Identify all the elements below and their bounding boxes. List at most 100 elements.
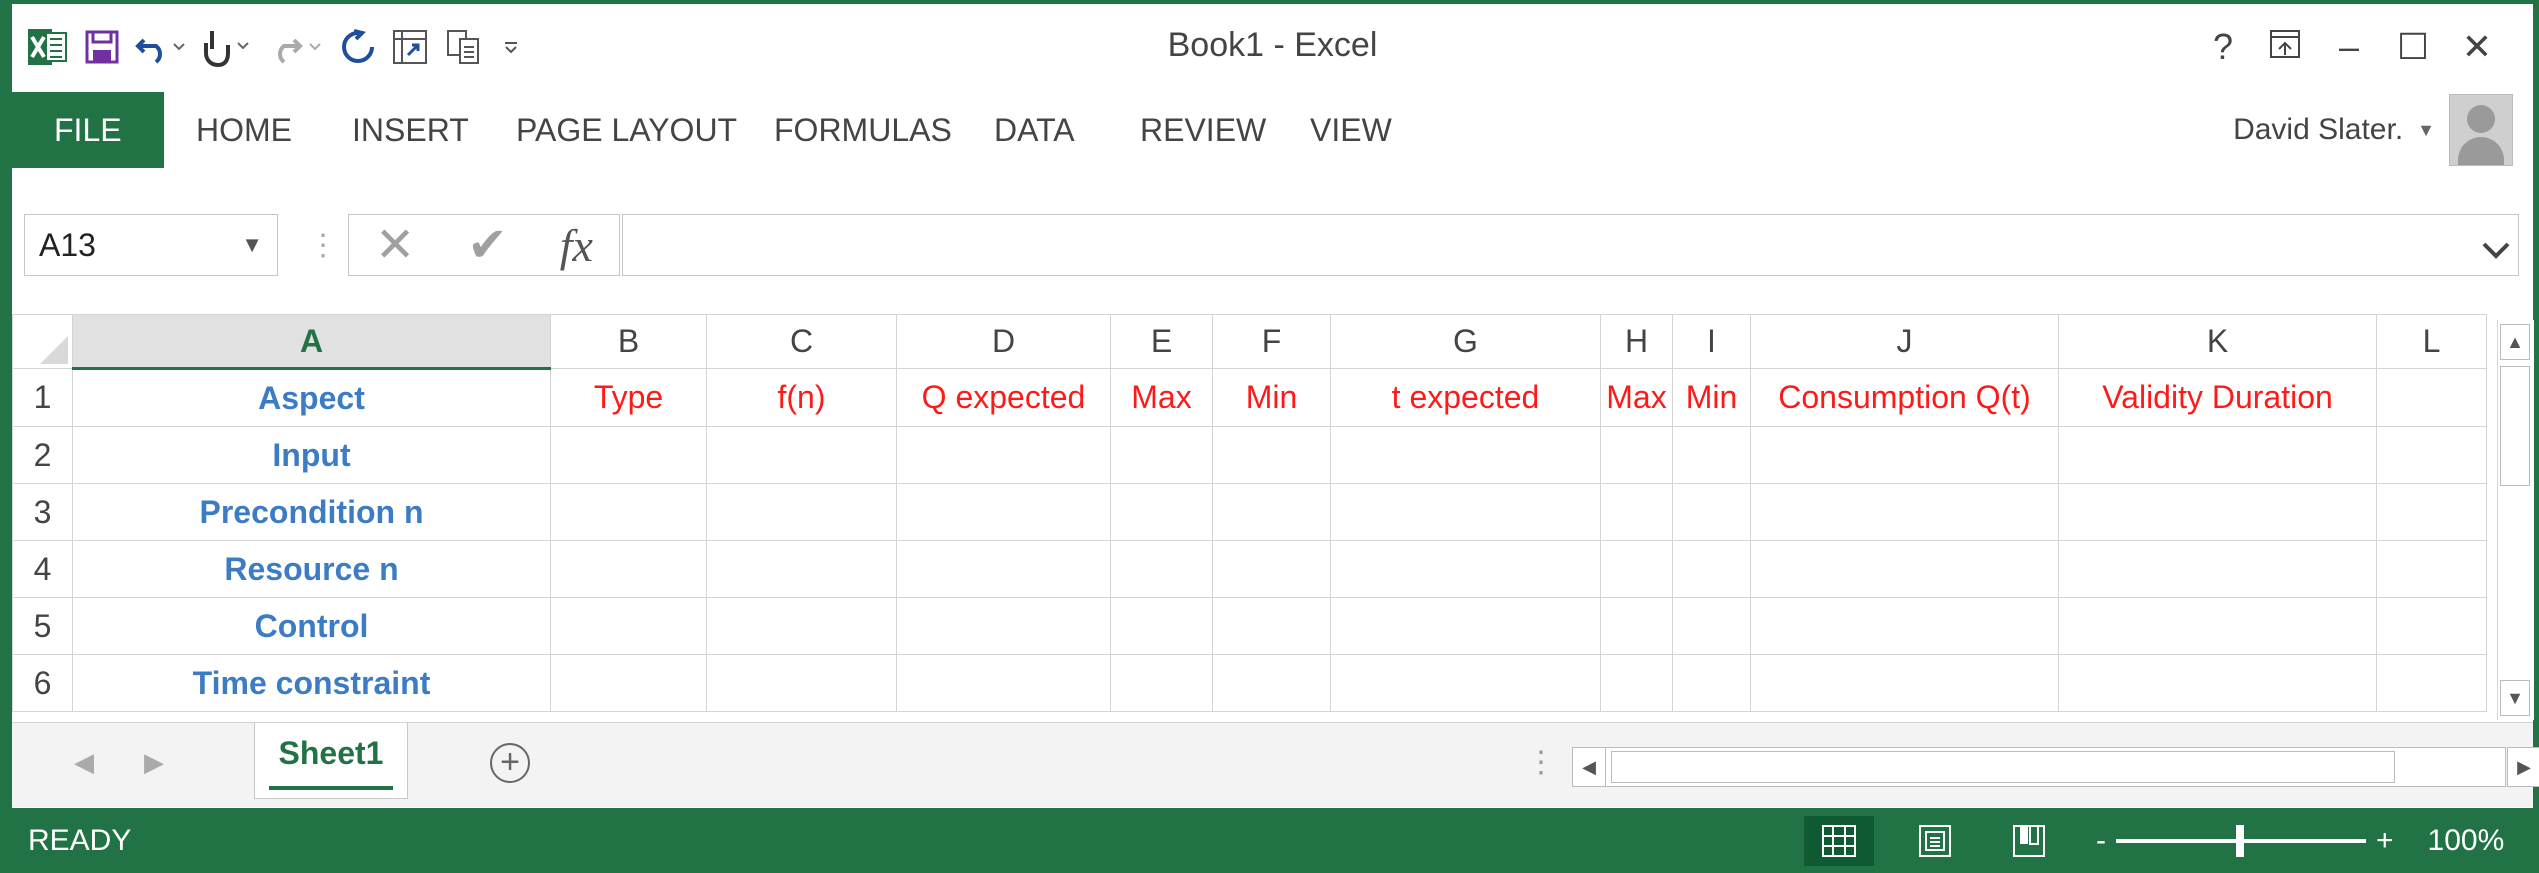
- tab-data[interactable]: DATA: [994, 92, 1075, 168]
- cell[interactable]: [1672, 597, 1751, 655]
- scroll-thumb[interactable]: [2500, 366, 2530, 486]
- cell[interactable]: [706, 483, 897, 541]
- cell[interactable]: [896, 654, 1111, 712]
- scroll-down-icon[interactable]: ▼: [2500, 680, 2530, 716]
- zoom-in-button[interactable]: +: [2376, 824, 2394, 858]
- column-header-l[interactable]: L: [2376, 314, 2487, 369]
- sheet-tab-sheet1[interactable]: Sheet1: [254, 723, 408, 799]
- cell[interactable]: [550, 426, 707, 484]
- column-header-f[interactable]: F: [1212, 314, 1331, 369]
- cell[interactable]: [1330, 426, 1601, 484]
- cell[interactable]: [2058, 597, 2377, 655]
- scroll-thumb[interactable]: [1611, 751, 2395, 783]
- cell[interactable]: [1110, 654, 1213, 712]
- row-header-5[interactable]: 5: [12, 597, 73, 655]
- sheet-prev-icon[interactable]: ◀: [74, 747, 94, 778]
- cell[interactable]: [550, 597, 707, 655]
- cell-k1[interactable]: Validity Duration: [2058, 368, 2377, 427]
- column-header-a[interactable]: A: [72, 314, 551, 370]
- zoom-slider-knob[interactable]: [2236, 824, 2244, 857]
- help-icon[interactable]: ?: [2198, 26, 2248, 68]
- cell[interactable]: [550, 483, 707, 541]
- cell[interactable]: [1750, 426, 2059, 484]
- column-header-k[interactable]: K: [2058, 314, 2377, 369]
- cell-h1[interactable]: Max: [1600, 368, 1673, 427]
- column-header-i[interactable]: I: [1672, 314, 1751, 369]
- cell[interactable]: [1212, 426, 1331, 484]
- cell[interactable]: [1110, 540, 1213, 598]
- normal-view-icon[interactable]: [1804, 816, 1874, 866]
- formula-input[interactable]: [622, 214, 2519, 276]
- row-header-4[interactable]: 4: [12, 540, 73, 598]
- enter-icon[interactable]: ✔: [467, 217, 507, 273]
- cell-a1[interactable]: Aspect: [72, 368, 551, 427]
- cell[interactable]: [2376, 483, 2487, 541]
- cell[interactable]: [1672, 540, 1751, 598]
- row-header-3[interactable]: 3: [12, 483, 73, 541]
- cell[interactable]: [1330, 597, 1601, 655]
- chevron-down-icon[interactable]: ▼: [241, 215, 263, 275]
- column-header-j[interactable]: J: [1750, 314, 2059, 369]
- column-header-g[interactable]: G: [1330, 314, 1601, 369]
- cell-c1[interactable]: f(n): [706, 368, 897, 427]
- worksheet-grid[interactable]: A B C D E F G H I J K L 1 Aspect Type f(…: [12, 314, 2495, 720]
- select-all-button[interactable]: [12, 314, 73, 369]
- cell[interactable]: [1600, 654, 1673, 712]
- column-header-d[interactable]: D: [896, 314, 1111, 369]
- cancel-icon[interactable]: ✕: [375, 217, 415, 273]
- zoom-level[interactable]: 100%: [2428, 824, 2505, 858]
- cell[interactable]: [1330, 540, 1601, 598]
- grip-icon[interactable]: ⋮: [1526, 745, 1556, 780]
- zoom-slider[interactable]: [2116, 824, 2366, 857]
- cell[interactable]: [706, 654, 897, 712]
- cell[interactable]: [1600, 483, 1673, 541]
- cell[interactable]: [1600, 426, 1673, 484]
- cell[interactable]: [1110, 597, 1213, 655]
- cell[interactable]: [2058, 540, 2377, 598]
- cell[interactable]: [1110, 483, 1213, 541]
- cell[interactable]: [550, 654, 707, 712]
- cell[interactable]: [1600, 540, 1673, 598]
- ribbon-display-icon[interactable]: [2260, 26, 2310, 68]
- cell[interactable]: [1672, 654, 1751, 712]
- cell[interactable]: [1330, 654, 1601, 712]
- row-header-6[interactable]: 6: [12, 654, 73, 712]
- cell[interactable]: [1672, 483, 1751, 541]
- horizontal-scrollbar[interactable]: ◀ ▶: [1572, 747, 2539, 787]
- cell[interactable]: [1330, 483, 1601, 541]
- cell[interactable]: [2376, 597, 2487, 655]
- cell[interactable]: [1750, 654, 2059, 712]
- cell[interactable]: [896, 540, 1111, 598]
- cell-j1[interactable]: Consumption Q(t): [1750, 368, 2059, 427]
- cell[interactable]: [706, 540, 897, 598]
- grip-icon[interactable]: ⋮: [308, 228, 338, 263]
- zoom-out-button[interactable]: -: [2096, 824, 2106, 858]
- cell[interactable]: [550, 540, 707, 598]
- close-button[interactable]: ✕: [2452, 26, 2502, 68]
- cell[interactable]: [2058, 483, 2377, 541]
- insert-function-icon[interactable]: fx: [560, 219, 593, 272]
- cell[interactable]: [706, 426, 897, 484]
- cell[interactable]: [1212, 597, 1331, 655]
- cell-l1[interactable]: [2376, 368, 2487, 427]
- tab-formulas[interactable]: FORMULAS: [774, 92, 952, 168]
- cell-i1[interactable]: Min: [1672, 368, 1751, 427]
- cell[interactable]: [896, 483, 1111, 541]
- cell[interactable]: [2058, 654, 2377, 712]
- cell[interactable]: [2058, 426, 2377, 484]
- cell-a2[interactable]: Input: [72, 426, 551, 484]
- cell[interactable]: [896, 426, 1111, 484]
- expand-formula-icon[interactable]: [2482, 235, 2510, 267]
- cell[interactable]: [1110, 426, 1213, 484]
- cell-a5[interactable]: Control: [72, 597, 551, 655]
- name-box[interactable]: A13 ▼: [24, 214, 278, 276]
- chevron-down-icon[interactable]: ▼: [2417, 120, 2435, 141]
- cell[interactable]: [2376, 426, 2487, 484]
- cell[interactable]: [1212, 654, 1331, 712]
- cell-g1[interactable]: t expected: [1330, 368, 1601, 427]
- page-layout-view-icon[interactable]: [1900, 816, 1970, 866]
- cell-e1[interactable]: Max: [1110, 368, 1213, 427]
- cell[interactable]: [1750, 540, 2059, 598]
- avatar[interactable]: [2449, 94, 2513, 166]
- cell-d1[interactable]: Q expected: [896, 368, 1111, 427]
